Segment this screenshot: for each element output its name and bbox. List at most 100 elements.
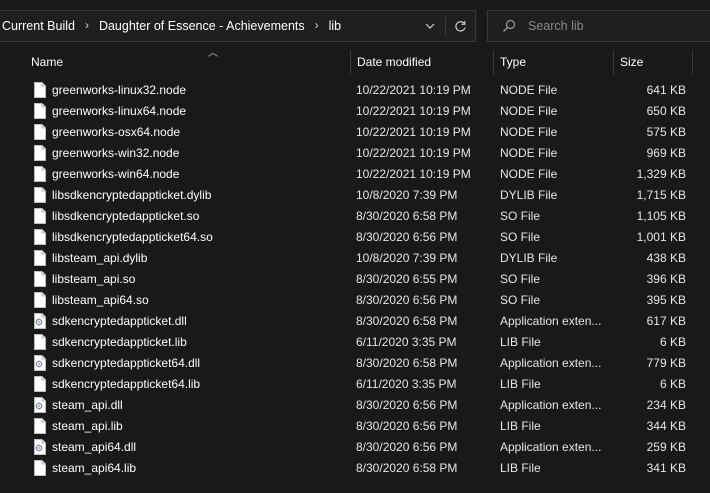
file-size: 1,329 KB [636, 167, 686, 181]
file-type: LIB File [500, 461, 541, 475]
address-divider [445, 17, 446, 35]
file-size: 1,105 KB [636, 209, 686, 223]
file-size: 396 KB [646, 272, 686, 286]
file-row[interactable]: greenworks-win32.node 10/22/2021 10:19 PM… [0, 143, 710, 164]
file-type: Application exten... [500, 314, 602, 328]
file-size: 395 KB [646, 293, 686, 307]
file-row[interactable]: libsdkencryptedappticket.dylib 10/8/2020 … [0, 185, 710, 206]
file-type: Application exten... [500, 356, 602, 370]
column-header-type[interactable]: Type [493, 50, 613, 75]
gear-file-icon [34, 313, 46, 329]
file-name[interactable]: greenworks-win32.node [52, 143, 179, 164]
file-row[interactable]: sdkencryptedappticket.dll 8/30/2020 6:58 … [0, 311, 710, 332]
column-header-row: ︿ Name Date modified Type Size [0, 48, 710, 75]
file-name[interactable]: sdkencryptedappticket.dll [52, 311, 187, 332]
file-row[interactable]: libsteam_api.so 8/30/2020 6:55 PM SO File 3… [0, 269, 710, 290]
file-icon [34, 187, 46, 203]
file-date-modified: 8/30/2020 6:58 PM [356, 461, 458, 475]
column-header-date[interactable]: Date modified [350, 50, 493, 75]
search-box[interactable]: Search lib [487, 10, 710, 42]
file-row[interactable]: steam_api64.dll 8/30/2020 6:56 PM Applicat… [0, 437, 710, 458]
file-icon [34, 145, 46, 161]
search-icon [502, 19, 516, 33]
file-icon [34, 103, 46, 119]
breadcrumb: Current Build › Daughter of Essence - Ac… [2, 11, 341, 41]
file-type: NODE File [500, 125, 558, 139]
chevron-right-icon[interactable]: › [315, 18, 319, 32]
file-name[interactable]: greenworks-win64.node [52, 164, 179, 185]
file-row[interactable]: libsdkencryptedappticket.so 8/30/2020 6:5… [0, 206, 710, 227]
file-row[interactable]: greenworks-osx64.node 10/22/2021 10:19 PM… [0, 122, 710, 143]
file-name[interactable]: greenworks-linux32.node [52, 80, 186, 101]
file-size: 438 KB [646, 251, 686, 265]
column-header-name[interactable]: ︿ Name [25, 48, 350, 75]
file-row[interactable]: steam_api64.lib 8/30/2020 6:58 PM LIB File… [0, 458, 710, 479]
file-name[interactable]: steam_api64.dll [52, 437, 136, 458]
file-type: SO File [500, 209, 541, 223]
file-name[interactable]: libsteam_api64.so [52, 290, 149, 311]
file-size: 1,715 KB [636, 188, 686, 202]
file-name[interactable]: sdkencryptedappticket64.dll [52, 353, 200, 374]
file-row[interactable]: libsteam_api64.so 8/30/2020 6:56 PM SO Fil… [0, 290, 710, 311]
address-bar[interactable]: Current Build › Daughter of Essence - Ac… [0, 10, 476, 42]
file-type: LIB File [500, 377, 541, 391]
file-name[interactable]: steam_api.lib [52, 416, 123, 437]
file-size: 6 KB [659, 335, 686, 349]
file-row[interactable]: greenworks-linux32.node 10/22/2021 10:19 … [0, 80, 710, 101]
file-row[interactable]: greenworks-win64.node 10/22/2021 10:19 PM… [0, 164, 710, 185]
file-date-modified: 10/22/2021 10:19 PM [356, 125, 471, 139]
refresh-icon[interactable] [448, 11, 472, 41]
file-size: 641 KB [646, 83, 686, 97]
file-date-modified: 8/30/2020 6:55 PM [356, 272, 458, 286]
gear-file-icon [34, 439, 46, 455]
file-size: 969 KB [646, 146, 686, 160]
file-size: 234 KB [646, 398, 686, 412]
file-name[interactable]: sdkencryptedappticket.lib [52, 332, 187, 353]
file-name[interactable]: steam_api.dll [52, 395, 123, 416]
breadcrumb-item-current-build[interactable]: Current Build [2, 19, 75, 33]
file-name[interactable]: libsdkencryptedappticket.so [52, 206, 199, 227]
file-type: DYLIB File [500, 188, 558, 202]
file-date-modified: 8/30/2020 6:58 PM [356, 314, 458, 328]
breadcrumb-item-game-folder[interactable]: Daughter of Essence - Achievements [99, 19, 305, 33]
breadcrumb-item-lib[interactable]: lib [329, 19, 342, 33]
file-icon [34, 166, 46, 182]
file-name[interactable]: libsdkencryptedappticket.dylib [52, 185, 211, 206]
file-icon [34, 250, 46, 266]
file-type: LIB File [500, 335, 541, 349]
file-name[interactable]: greenworks-linux64.node [52, 101, 186, 122]
search-input[interactable]: Search lib [528, 11, 584, 41]
file-icon [34, 376, 46, 392]
file-row[interactable]: sdkencryptedappticket64.dll 8/30/2020 6:5… [0, 353, 710, 374]
file-date-modified: 8/30/2020 6:56 PM [356, 230, 458, 244]
file-row[interactable]: steam_api.dll 8/30/2020 6:56 PM Applicatio… [0, 395, 710, 416]
file-name[interactable]: steam_api64.lib [52, 458, 136, 479]
file-type: DYLIB File [500, 251, 558, 265]
file-date-modified: 10/22/2021 10:19 PM [356, 104, 471, 118]
file-row[interactable]: steam_api.lib 8/30/2020 6:56 PM LIB File 34… [0, 416, 710, 437]
file-date-modified: 10/8/2020 7:39 PM [356, 188, 458, 202]
file-row[interactable]: libsteam_api.dylib 10/8/2020 7:39 PM DYLIB… [0, 248, 710, 269]
file-row[interactable]: sdkencryptedappticket64.lib 6/11/2020 3:3… [0, 374, 710, 395]
file-size: 1,001 KB [636, 230, 686, 244]
file-row[interactable]: greenworks-linux64.node 10/22/2021 10:19 … [0, 101, 710, 122]
chevron-right-icon[interactable]: › [85, 18, 89, 32]
file-type: NODE File [500, 167, 558, 181]
file-date-modified: 8/30/2020 6:56 PM [356, 440, 458, 454]
file-name[interactable]: libsteam_api.so [52, 269, 135, 290]
file-size: 650 KB [646, 104, 686, 118]
file-icon [34, 82, 46, 98]
file-row[interactable]: libsdkencryptedappticket64.so 8/30/2020 6… [0, 227, 710, 248]
file-name[interactable]: sdkencryptedappticket64.lib [52, 374, 200, 395]
file-type: SO File [500, 272, 541, 286]
file-date-modified: 8/30/2020 6:58 PM [356, 356, 458, 370]
column-header-size[interactable]: Size [613, 50, 693, 75]
file-name[interactable]: libsdkencryptedappticket64.so [52, 227, 213, 248]
file-name[interactable]: greenworks-osx64.node [52, 122, 180, 143]
file-icon [34, 208, 46, 224]
chevron-down-icon[interactable] [418, 11, 442, 41]
file-icon [34, 124, 46, 140]
file-name[interactable]: libsteam_api.dylib [52, 248, 147, 269]
file-type: NODE File [500, 83, 558, 97]
file-row[interactable]: sdkencryptedappticket.lib 6/11/2020 3:35 … [0, 332, 710, 353]
